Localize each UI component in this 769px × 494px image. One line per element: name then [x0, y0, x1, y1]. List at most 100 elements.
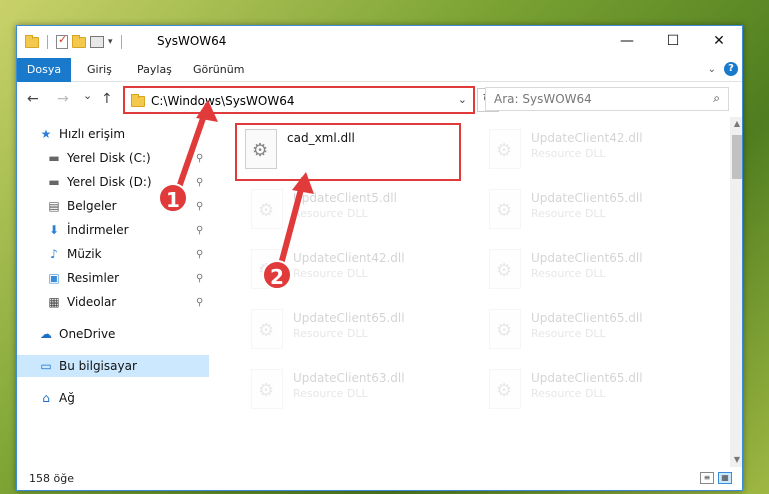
- explorer-window: ▾ SysWOW64 — ☐ ✕ Dosya Giriş Paylaş Görü…: [16, 25, 743, 491]
- network-icon: ⌂: [42, 391, 50, 405]
- pin-icon[interactable]: ⚲: [196, 273, 203, 284]
- item-count: 158 öğe: [29, 472, 74, 485]
- view-toggle: ≡ ▦: [700, 472, 732, 484]
- file-type: Resource DLL: [293, 267, 368, 280]
- customize-toolbar-icon[interactable]: ▾: [108, 37, 113, 47]
- file-type: Resource DLL: [531, 147, 606, 160]
- file-name: UpdateClient42.dll: [531, 131, 643, 145]
- chevron-down-icon[interactable]: ⌄: [708, 64, 716, 75]
- file-item[interactable]: UpdateClient63.dll Resource DLL: [243, 365, 463, 419]
- file-item[interactable]: UpdateClient65.dll Resource DLL: [243, 305, 463, 359]
- file-item[interactable]: UpdateClient65.dll Resource DLL: [481, 365, 701, 419]
- file-name: UpdateClient65.dll: [531, 191, 643, 205]
- file-type: Resource DLL: [293, 387, 368, 400]
- search-icon[interactable]: ⌕: [713, 91, 720, 106]
- file-type: Resource DLL: [531, 267, 606, 280]
- properties-check-icon[interactable]: [56, 33, 68, 49]
- up-arrow-icon[interactable]: ↑: [101, 91, 113, 107]
- recent-locations-icon[interactable]: ⌄: [83, 89, 92, 102]
- pin-icon[interactable]: ⚲: [196, 177, 203, 188]
- close-button[interactable]: ✕: [696, 26, 742, 56]
- sidebar-item-label: Videolar: [67, 295, 117, 309]
- forward-arrow-icon[interactable]: →: [57, 91, 69, 107]
- dll-file-icon: [489, 129, 521, 169]
- help-icon[interactable]: ?: [724, 62, 738, 76]
- title-bar: ▾ SysWOW64 — ☐ ✕: [17, 26, 742, 58]
- pin-icon[interactable]: ⚲: [196, 153, 203, 164]
- sidebar-item-label: Ağ: [59, 391, 75, 405]
- sidebar-item-label: İndirmeler: [67, 223, 129, 237]
- sidebar-item-label: Hızlı erişim: [59, 127, 126, 141]
- pin-icon[interactable]: ⚲: [196, 201, 203, 212]
- sidebar-item-label: Müzik: [67, 247, 102, 261]
- tab-share[interactable]: Paylaş: [137, 58, 172, 82]
- file-item[interactable]: UpdateClient42.dll Resource DLL: [481, 125, 701, 179]
- back-arrow-icon[interactable]: ←: [27, 91, 39, 107]
- callout-1-badge: 1: [158, 183, 188, 213]
- file-item[interactable]: UpdateClient65.dll Resource DLL: [481, 185, 701, 239]
- window-controls: — ☐ ✕: [604, 26, 742, 56]
- file-name: UpdateClient5.dll: [293, 191, 397, 205]
- minimize-button[interactable]: —: [604, 26, 650, 56]
- dll-file-icon: [251, 309, 283, 349]
- tab-home[interactable]: Giriş: [87, 58, 112, 82]
- address-bar[interactable]: C:\Windows\SysWOW64 ⌄: [123, 86, 475, 114]
- sidebar-item-pictures[interactable]: ▣ Resimler ⚲: [17, 267, 209, 289]
- drive-icon: ▬: [48, 175, 60, 189]
- scroll-thumb[interactable]: [732, 135, 742, 179]
- sidebar-item-onedrive[interactable]: ☁ OneDrive: [17, 323, 209, 345]
- sidebar-item-quick-access[interactable]: ★ Hızlı erişim: [17, 123, 209, 145]
- pin-icon[interactable]: ⚲: [196, 249, 203, 260]
- dll-file-icon: [251, 369, 283, 409]
- music-icon: ♪: [50, 247, 58, 261]
- address-path[interactable]: C:\Windows\SysWOW64: [151, 94, 295, 108]
- file-item[interactable]: UpdateClient65.dll Resource DLL: [481, 305, 701, 359]
- file-item-cad-xml[interactable]: cad_xml.dll: [235, 123, 461, 181]
- download-icon: ⬇: [48, 223, 60, 237]
- cloud-icon: ☁: [40, 327, 52, 341]
- properties-icon[interactable]: [90, 36, 104, 48]
- details-view-icon[interactable]: ≡: [700, 472, 714, 484]
- file-type: Resource DLL: [293, 207, 368, 220]
- tab-file[interactable]: Dosya: [17, 58, 71, 82]
- sidebar-item-network[interactable]: ⌂ Ağ: [17, 387, 209, 409]
- dll-file-icon: [245, 129, 277, 169]
- new-folder-icon[interactable]: [72, 34, 86, 48]
- file-type: Resource DLL: [531, 327, 606, 340]
- folder-icon: [131, 94, 145, 107]
- ribbon-right-controls: ⌄ ?: [708, 62, 738, 76]
- vertical-scrollbar[interactable]: ▲ ▼: [730, 117, 742, 467]
- pin-icon[interactable]: ⚲: [196, 225, 203, 236]
- drive-icon: ▬: [48, 151, 60, 165]
- star-icon: ★: [40, 127, 52, 141]
- sidebar-item-local-disk-c[interactable]: ▬ Yerel Disk (C:) ⚲: [17, 147, 209, 169]
- scroll-down-icon[interactable]: ▼: [730, 453, 742, 467]
- scroll-up-icon[interactable]: ▲: [730, 117, 742, 131]
- sidebar-item-this-pc[interactable]: ▭ Bu bilgisayar: [17, 355, 209, 377]
- sidebar-item-label: OneDrive: [59, 327, 116, 341]
- window-title: SysWOW64: [157, 34, 227, 48]
- tiles-view-icon[interactable]: ▦: [718, 472, 732, 484]
- quick-access-toolbar: ▾: [25, 33, 126, 51]
- address-dropdown-icon[interactable]: ⌄: [458, 93, 467, 106]
- sidebar-item-music[interactable]: ♪ Müzik ⚲: [17, 243, 209, 265]
- sidebar-item-videos[interactable]: ▦ Videolar ⚲: [17, 291, 209, 313]
- toolbar-separator: [47, 35, 48, 49]
- pin-icon[interactable]: ⚲: [196, 297, 203, 308]
- file-name: UpdateClient63.dll: [293, 371, 405, 385]
- sidebar-item-label: Yerel Disk (D:): [67, 175, 152, 189]
- callout-2-badge: 2: [262, 260, 292, 290]
- file-name: UpdateClient65.dll: [531, 311, 643, 325]
- file-name: UpdateClient65.dll: [531, 251, 643, 265]
- file-item[interactable]: UpdateClient65.dll Resource DLL: [481, 245, 701, 299]
- sidebar-item-label: Yerel Disk (C:): [67, 151, 151, 165]
- maximize-button[interactable]: ☐: [650, 26, 696, 56]
- sidebar-item-downloads[interactable]: ⬇ İndirmeler ⚲: [17, 219, 209, 241]
- navigation-pane: ★ Hızlı erişim ▬ Yerel Disk (C:) ⚲ ▬ Yer…: [17, 117, 209, 467]
- search-input[interactable]: Ara: SysWOW64 ⌕: [485, 87, 729, 111]
- file-type: Resource DLL: [531, 207, 606, 220]
- tab-view[interactable]: Görünüm: [193, 58, 244, 82]
- sidebar-item-label: Resimler: [67, 271, 120, 285]
- file-item[interactable]: UpdateClient5.dll Resource DLL: [243, 185, 463, 239]
- file-name: cad_xml.dll: [287, 131, 355, 145]
